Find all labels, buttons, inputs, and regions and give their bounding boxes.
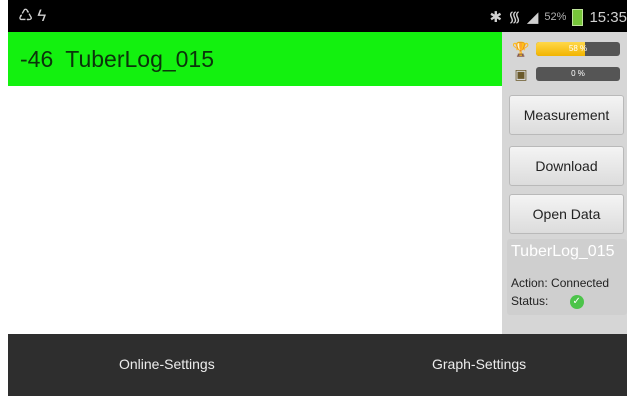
download-button[interactable]: Download — [509, 146, 624, 186]
device-name: TuberLog_015 — [65, 45, 215, 72]
status-right: ✱ ᯾ ◢ 52% 15:35 — [490, 7, 627, 27]
flash-icon: ϟ — [37, 6, 51, 25]
trophy-icon: 🏆 — [512, 41, 530, 57]
status-left-icons: ♺ϟ — [18, 6, 50, 26]
storage-meter-label: 0 % — [571, 69, 585, 78]
battery-meter-label: 58 % — [568, 44, 588, 53]
recycle-icon: ♺ — [18, 6, 38, 25]
open-data-button[interactable]: Open Data — [509, 194, 624, 234]
status-label: Status: — [511, 294, 549, 308]
side-panel: 🏆 58 % ▣ 0 % Measurement Download Open D… — [502, 32, 627, 334]
device-info-panel: TuberLog_015 Action: Connected Status: ✓ — [507, 239, 627, 315]
graph-settings-button[interactable]: Graph-Settings — [432, 356, 526, 372]
action-row: Action: Connected — [511, 276, 609, 290]
measurement-button[interactable]: Measurement — [509, 95, 624, 135]
storage-meter: ▣ 0 % — [510, 65, 620, 83]
battery-icon — [572, 8, 584, 26]
main-content: -46 TuberLog_015 — [8, 32, 502, 335]
action-value: Connected — [551, 276, 610, 290]
info-device-name: TuberLog_015 — [511, 243, 615, 260]
rssi-value: -46 — [20, 45, 54, 72]
battery-meter: 🏆 58 % — [510, 40, 620, 58]
action-label: Action: — [511, 276, 548, 290]
clock: 15:35 — [589, 8, 627, 26]
bottom-action-bar: Online-Settings Graph-Settings — [8, 334, 627, 396]
check-circle-icon: ✓ — [569, 294, 584, 309]
device-header: -46 TuberLog_015 — [8, 32, 502, 86]
wifi-icon: ᯾ — [508, 9, 521, 26]
storage-meter-bar: 0 % — [536, 67, 620, 81]
android-status-bar: ♺ϟ ✱ ᯾ ◢ 52% 15:35 — [8, 0, 627, 32]
status-row: Status: ✓ — [511, 294, 584, 309]
bluetooth-icon: ✱ — [489, 9, 503, 26]
battery-meter-bar: 58 % — [536, 42, 620, 56]
battery-percent: 52% — [544, 11, 567, 23]
signal-icon: ◢ — [526, 9, 539, 26]
storage-icon: ▣ — [514, 66, 528, 82]
online-settings-button[interactable]: Online-Settings — [119, 356, 215, 372]
